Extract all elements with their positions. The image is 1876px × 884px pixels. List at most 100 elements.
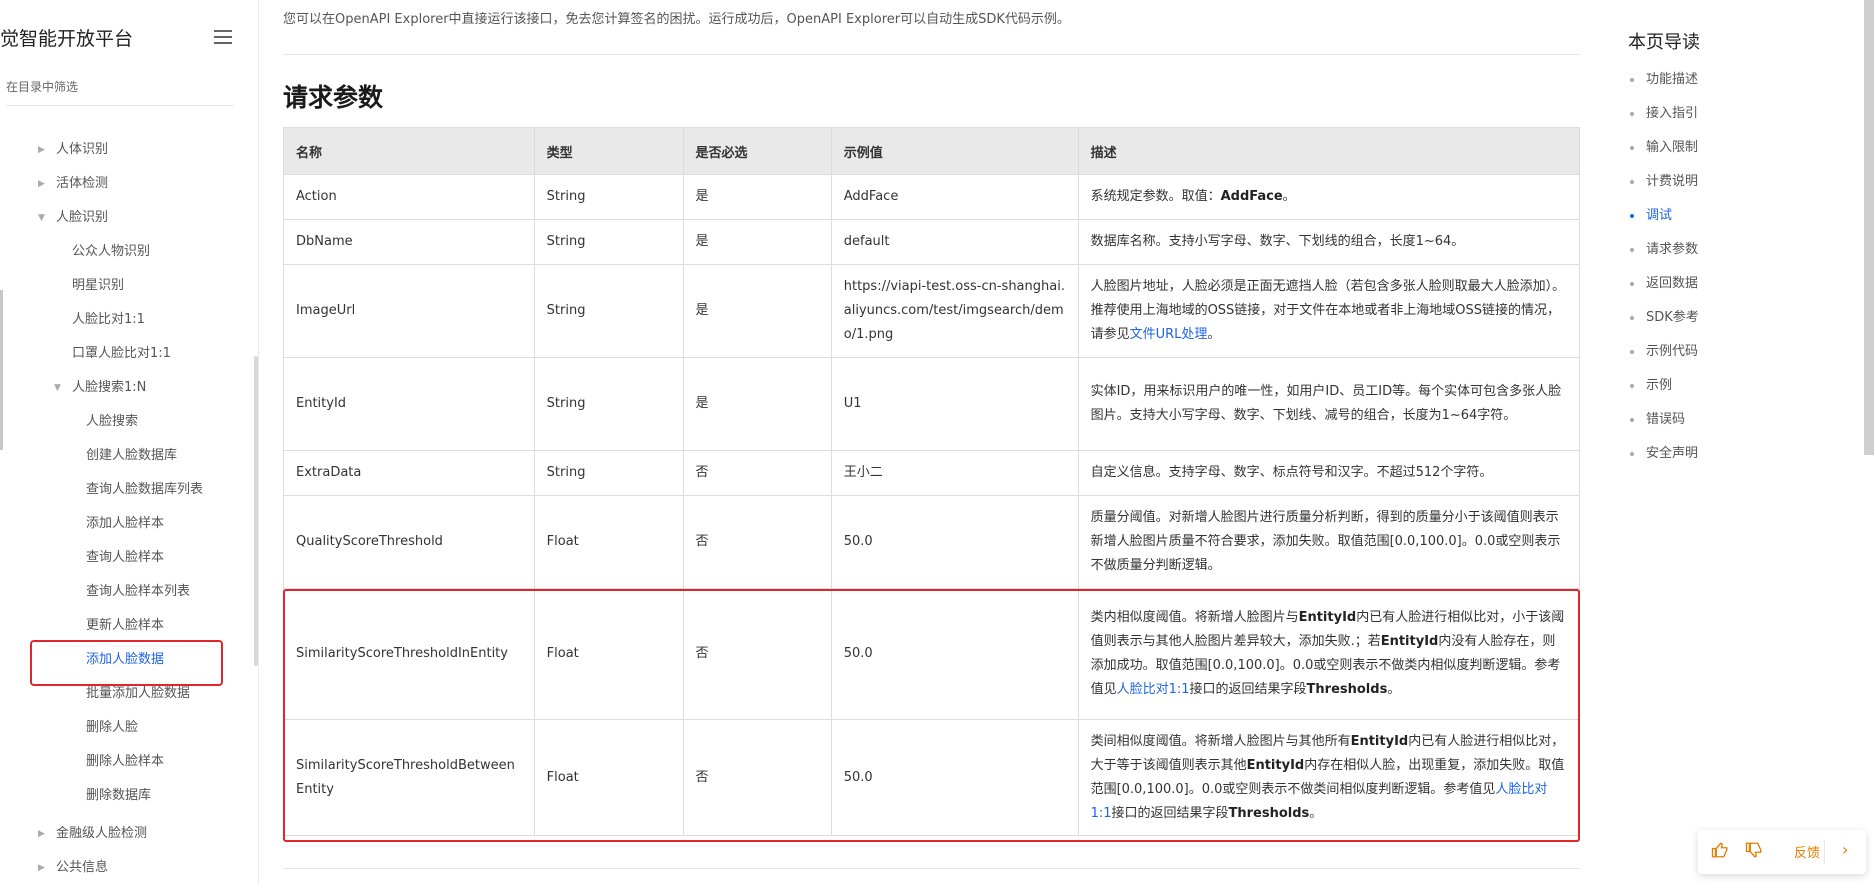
menu-icon[interactable]	[214, 30, 232, 44]
toc-item[interactable]: 输入限制	[1630, 138, 1698, 158]
intro-text: 您可以在OpenAPI Explorer中直接运行该接口，免去您计算签名的困扰。…	[283, 12, 1070, 27]
thumbs-up-icon[interactable]	[1710, 841, 1730, 861]
cell-desc: 质量分阈值。对新增人脸图片进行质量分析判断，得到的质量分小于该阈值则表示新增人脸…	[1077, 495, 1581, 589]
sidebar-item[interactable]: 人脸搜索	[86, 412, 138, 432]
cell-required: 否	[682, 719, 832, 836]
caret-right-icon: ▶	[38, 145, 45, 155]
bullet-icon	[1630, 315, 1634, 320]
file-url-link[interactable]: 文件URL处理	[1130, 327, 1208, 342]
sidebar-item[interactable]: ▼ 人脸识别	[38, 208, 108, 228]
cell-type: String	[533, 450, 684, 496]
toc-item[interactable]: 示例代码	[1630, 342, 1698, 362]
face-compare-link[interactable]: 人脸比对1:1	[1117, 682, 1190, 697]
cell-example: default	[830, 219, 1079, 265]
header-example: 示例值	[830, 127, 1079, 175]
cell-desc: 类内相似度阈值。将新增人脸图片与EntityId内已有人脸进行相似比对，小于该阈…	[1077, 588, 1581, 720]
cell-required: 是	[682, 219, 832, 265]
chevron-right-icon[interactable]: ›	[1842, 840, 1848, 859]
toc-item[interactable]: 接入指引	[1630, 104, 1698, 124]
sidebar-edge	[0, 290, 3, 450]
divider	[283, 54, 1580, 55]
sidebar-item[interactable]: 创建人脸数据库	[86, 446, 177, 466]
sidebar-title: 觉智能开放平台	[0, 28, 134, 50]
sidebar-item[interactable]: 查询人脸数据库列表	[86, 480, 203, 500]
toc-item[interactable]: 请求参数	[1630, 240, 1698, 260]
cell-type: String	[533, 357, 684, 451]
cell-name: Action	[283, 174, 535, 220]
sidebar-item[interactable]: 批量添加人脸数据	[86, 684, 190, 704]
toc-title: 本页导读	[1628, 32, 1700, 53]
sidebar-item[interactable]: ▶ 活体检测	[38, 174, 108, 194]
sidebar: 觉智能开放平台 在目录中筛选 ▶ 人体识别 ▶ 活体检测 ▼ 人脸识别 公众人物识别 …	[0, 0, 259, 884]
cell-desc: 人脸图片地址，人脸必须是正面无遮挡人脸（若包含多张人脸则取最大人脸添加）。推荐使…	[1077, 264, 1581, 358]
active-item-highlight	[30, 640, 223, 686]
thumbs-down-icon[interactable]	[1744, 841, 1764, 861]
sidebar-item[interactable]: ▼ 人脸搜索1:N	[54, 378, 146, 398]
cell-example: 50.0	[830, 719, 1079, 836]
sidebar-item[interactable]: 查询人脸样本	[86, 548, 164, 568]
bullet-icon	[1630, 247, 1634, 252]
cell-type: Float	[533, 495, 684, 589]
sidebar-item[interactable]: 更新人脸样本	[86, 616, 164, 636]
toc-item[interactable]: 返回数据	[1630, 274, 1698, 294]
cell-required: 是	[682, 264, 832, 358]
cell-desc: 自定义信息。支持字母、数字、标点符号和汉字。不超过512个字符。	[1077, 450, 1581, 496]
cell-example: 50.0	[830, 588, 1079, 720]
table-row: DbName String 是 default 数据库名称。支持小写字母、数字、…	[283, 219, 1581, 265]
sidebar-item[interactable]: 删除数据库	[86, 786, 151, 806]
toc-item[interactable]: 示例	[1630, 376, 1672, 396]
cell-required: 是	[682, 174, 832, 220]
divider	[283, 868, 1580, 869]
divider	[1824, 840, 1825, 864]
bullet-icon	[1630, 179, 1634, 184]
sidebar-item[interactable]: 人脸比对1:1	[72, 310, 145, 330]
cell-required: 否	[682, 450, 832, 496]
toc-item[interactable]: 计费说明	[1630, 172, 1698, 192]
sidebar-filter-input[interactable]: 在目录中筛选	[6, 78, 234, 106]
cell-example: AddFace	[830, 174, 1079, 220]
toc-item[interactable]: 错误码	[1630, 410, 1685, 430]
cell-desc: 数据库名称。支持小写字母、数字、下划线的组合，长度1~64。	[1077, 219, 1581, 265]
sidebar-item[interactable]: 添加人脸样本	[86, 514, 164, 534]
toc-item[interactable]: 安全声明	[1630, 444, 1698, 464]
cell-name: SimilarityScoreThresholdBetweenEntity	[283, 719, 535, 836]
sidebar-item[interactable]: 删除人脸	[86, 718, 138, 738]
params-table: 名称 类型 是否必选 示例值 描述 Action String 是 AddFac…	[283, 127, 1581, 836]
sidebar-item[interactable]: ▶ 公共信息	[38, 858, 108, 878]
sidebar-item[interactable]: 公众人物识别	[72, 242, 150, 262]
sidebar-scrollbar[interactable]	[254, 356, 258, 666]
bullet-icon	[1630, 111, 1634, 116]
feedback-widget: 反馈 ›	[1698, 830, 1866, 874]
bullet-icon	[1630, 145, 1634, 150]
header-required: 是否必选	[682, 127, 832, 175]
bullet-icon	[1630, 213, 1634, 218]
cell-name: DbName	[283, 219, 535, 265]
cell-type: Float	[533, 719, 684, 836]
sidebar-item[interactable]: ▶ 人体识别	[38, 140, 108, 160]
bullet-icon	[1630, 281, 1634, 286]
caret-right-icon: ▶	[38, 863, 45, 873]
cell-name: QualityScoreThreshold	[283, 495, 535, 589]
sidebar-item[interactable]: 删除人脸样本	[86, 752, 164, 772]
bullet-icon	[1630, 383, 1634, 388]
cell-example: U1	[830, 357, 1079, 451]
cell-type: String	[533, 219, 684, 265]
sidebar-item[interactable]: ▶ 金融级人脸检测	[38, 824, 147, 844]
cell-example: 王小二	[830, 450, 1079, 496]
header-type: 类型	[533, 127, 684, 175]
toc-item[interactable]: SDK参考	[1630, 308, 1699, 328]
sidebar-item[interactable]: 查询人脸样本列表	[86, 582, 190, 602]
table-row: QualityScoreThreshold Float 否 50.0 质量分阈值…	[283, 495, 1581, 589]
sidebar-item[interactable]: 明星识别	[72, 276, 124, 296]
cell-type: Float	[533, 588, 684, 720]
page-scrollbar[interactable]	[1864, 0, 1874, 455]
caret-right-icon: ▶	[38, 829, 45, 839]
cell-name: ExtraData	[283, 450, 535, 496]
cell-type: String	[533, 174, 684, 220]
toc-item-active[interactable]: 调试	[1630, 206, 1672, 226]
header-name: 名称	[283, 127, 535, 175]
sidebar-item[interactable]: 口罩人脸比对1:1	[72, 344, 171, 364]
caret-down-icon: ▼	[38, 213, 45, 223]
feedback-button[interactable]: 反馈	[1794, 842, 1820, 861]
toc-item[interactable]: 功能描述	[1630, 70, 1698, 90]
